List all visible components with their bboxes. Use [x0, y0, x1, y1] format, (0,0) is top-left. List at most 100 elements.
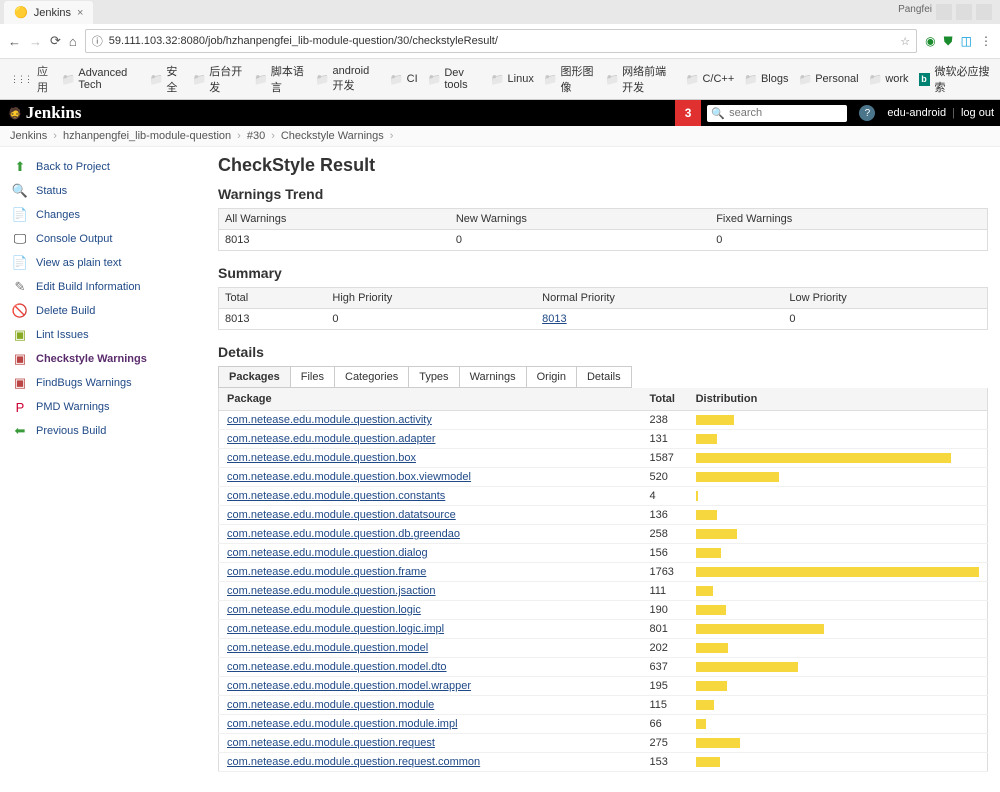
tab-warnings[interactable]: Warnings [459, 366, 527, 388]
jenkins-logo[interactable]: 🧔 Jenkins [0, 103, 89, 123]
table-row: com.netease.edu.module.question.model.dt… [219, 658, 988, 677]
breadcrumb-item[interactable]: hzhanpengfei_lib-module-question [63, 130, 231, 142]
bookmark-item[interactable]: 安全 [150, 63, 183, 95]
table-row: com.netease.edu.module.question.constant… [219, 487, 988, 506]
col-package[interactable]: Package [219, 388, 642, 411]
tab-categories[interactable]: Categories [334, 366, 409, 388]
sidebar-icon: ▣ [12, 327, 28, 343]
sidebar-item[interactable]: 📄View as plain text [8, 251, 210, 275]
package-link[interactable]: com.netease.edu.module.question.module [227, 699, 434, 711]
col-total[interactable]: Total [641, 388, 687, 411]
sidebar-item[interactable]: 📄Changes [8, 203, 210, 227]
bookmark-item[interactable]: Linux [491, 73, 534, 86]
breadcrumb-item[interactable]: Checkstyle Warnings [281, 130, 384, 142]
maximize-icon[interactable] [956, 4, 972, 20]
bookmark-item[interactable]: 网络前端开发 [605, 63, 675, 95]
table-row: com.netease.edu.module.question.dialog15… [219, 544, 988, 563]
sidebar-item[interactable]: ▣Lint Issues [8, 323, 210, 347]
package-link[interactable]: com.netease.edu.module.question.request.… [227, 756, 480, 768]
package-link[interactable]: com.netease.edu.module.question.box.view… [227, 471, 471, 483]
package-link[interactable]: com.netease.edu.module.question.logic [227, 604, 421, 616]
package-link[interactable]: com.netease.edu.module.question.constant… [227, 490, 445, 502]
package-link[interactable]: com.netease.edu.module.question.frame [227, 566, 426, 578]
sidebar-icon: ⬅ [12, 423, 28, 439]
package-link[interactable]: com.netease.edu.module.question.model.wr… [227, 680, 471, 692]
bookmark-item[interactable]: 图形图像 [544, 63, 596, 95]
package-link[interactable]: com.netease.edu.module.question.request [227, 737, 435, 749]
bookmark-item[interactable]: 脚本语言 [254, 63, 306, 95]
breadcrumb-item[interactable]: #30 [247, 130, 265, 142]
shield-icon[interactable]: ◉ [925, 34, 935, 48]
user-link[interactable]: edu-android [881, 107, 952, 119]
bookmark-item[interactable]: 微软必应搜索 [919, 63, 990, 95]
tab-origin[interactable]: Origin [526, 366, 577, 388]
package-link[interactable]: com.netease.edu.module.question.datatsou… [227, 509, 456, 521]
bookmark-item[interactable]: Advanced Tech [62, 67, 140, 91]
browser-tab[interactable]: 🟡 Jenkins × [4, 1, 93, 24]
bookmark-item[interactable]: Personal [799, 73, 859, 86]
col-dist[interactable]: Distribution [688, 388, 988, 411]
summary-cell: 0 [326, 309, 536, 330]
help-icon[interactable]: ? [859, 105, 875, 121]
star-icon[interactable]: ☆ [900, 35, 910, 48]
package-link[interactable]: com.netease.edu.module.question.box [227, 452, 416, 464]
bookmark-item[interactable]: 后台开发 [193, 63, 245, 95]
distribution-bar [696, 605, 727, 615]
distribution-bar [696, 662, 798, 672]
bookmark-item[interactable]: Blogs [744, 73, 788, 86]
bookmark-item[interactable]: CI [390, 73, 418, 86]
package-link[interactable]: com.netease.edu.module.question.adapter [227, 433, 436, 445]
package-link[interactable]: com.netease.edu.module.question.db.green… [227, 528, 460, 540]
table-row: com.netease.edu.module.question.model202 [219, 639, 988, 658]
sidebar-item[interactable]: 🔍Status [8, 179, 210, 203]
sidebar-item[interactable]: ▣Checkstyle Warnings [8, 347, 210, 371]
bookmark-item[interactable]: Dev tools [428, 67, 481, 91]
sidebar-item[interactable]: PPMD Warnings [8, 395, 210, 419]
header-search[interactable]: 🔍 [707, 105, 847, 122]
tab-types[interactable]: Types [408, 366, 459, 388]
table-row: com.netease.edu.module.question.box1587 [219, 449, 988, 468]
close-window-icon[interactable] [976, 4, 992, 20]
close-icon[interactable]: × [77, 7, 83, 19]
trend-cell: 0 [450, 230, 710, 251]
breadcrumb-item[interactable]: Jenkins [10, 130, 47, 142]
tab-packages[interactable]: Packages [218, 366, 291, 388]
sidebar-item[interactable]: 🖵Console Output [8, 227, 210, 251]
extension-icon[interactable]: ◫ [961, 34, 972, 48]
bookmark-item[interactable]: work [869, 73, 909, 86]
bookmark-item[interactable]: C/C++ [686, 73, 735, 86]
reload-icon[interactable]: ⟳ [50, 33, 61, 49]
forward-icon[interactable]: → [29, 34, 42, 49]
address-bar[interactable]: ⓘ 59.111.103.32:8080/job/hzhanpengfei_li… [85, 29, 917, 53]
search-input[interactable] [729, 107, 843, 119]
info-icon[interactable]: ⓘ [92, 33, 103, 49]
package-link[interactable]: com.netease.edu.module.question.module.i… [227, 718, 458, 730]
distribution-bar [696, 548, 721, 558]
bookmark-item[interactable]: 应用 [10, 63, 52, 95]
ublock-icon[interactable]: ⛊ [944, 34, 953, 49]
table-row: com.netease.edu.module.question.request2… [219, 734, 988, 753]
package-link[interactable]: com.netease.edu.module.question.model [227, 642, 428, 654]
menu-icon[interactable]: ⋮ [980, 34, 992, 48]
sidebar-item[interactable]: ⬆Back to Project [8, 155, 210, 179]
package-link[interactable]: com.netease.edu.module.question.dialog [227, 547, 428, 559]
home-icon[interactable]: ⌂ [69, 34, 77, 49]
tab-files[interactable]: Files [290, 366, 335, 388]
tab-details[interactable]: Details [576, 366, 632, 388]
sidebar-item-label: Console Output [36, 233, 112, 245]
warnings-trend-table: All WarningsNew WarningsFixed Warnings 8… [218, 208, 988, 251]
minimize-icon[interactable] [936, 4, 952, 20]
logout-link[interactable]: log out [955, 107, 1000, 119]
summary-link[interactable]: 8013 [542, 313, 566, 325]
package-link[interactable]: com.netease.edu.module.question.logic.im… [227, 623, 444, 635]
bookmark-item[interactable]: android开发 [316, 65, 380, 93]
sidebar-item[interactable]: 🚫Delete Build [8, 299, 210, 323]
back-icon[interactable]: ← [8, 34, 21, 49]
sidebar-item[interactable]: ▣FindBugs Warnings [8, 371, 210, 395]
package-link[interactable]: com.netease.edu.module.question.model.dt… [227, 661, 447, 673]
sidebar-item[interactable]: ⬅Previous Build [8, 419, 210, 443]
package-link[interactable]: com.netease.edu.module.question.activity [227, 414, 432, 426]
notification-badge[interactable]: 3 [675, 100, 702, 126]
sidebar-item[interactable]: ✎Edit Build Information [8, 275, 210, 299]
package-link[interactable]: com.netease.edu.module.question.jsaction [227, 585, 436, 597]
